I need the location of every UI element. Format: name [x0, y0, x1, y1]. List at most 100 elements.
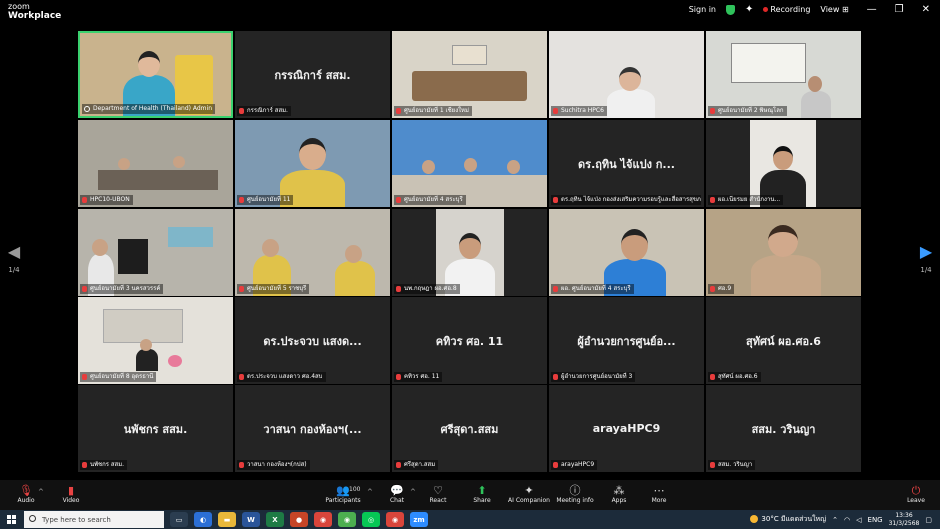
mic-muted-icon [710, 108, 715, 114]
mic-muted-icon [82, 197, 87, 203]
participant-tile[interactable]: ศอ.9 [706, 209, 861, 296]
participant-tile[interactable]: นพัชกร สสม. นพัชกร สสม. [78, 385, 233, 472]
notification-icon[interactable]: ▢ [925, 516, 932, 524]
volume-icon[interactable]: ◁ [856, 516, 861, 524]
close-icon[interactable]: ✕ [922, 4, 930, 15]
mic-muted-icon [396, 374, 401, 380]
participant-name-label: ผอ. ศูนย์อนามัยที่ 4 สระบุรี [551, 284, 634, 294]
participant-name-label: HPC10-UBON [80, 195, 133, 205]
file-explorer-icon[interactable]: ▬ [218, 512, 236, 527]
participant-tile[interactable]: ศูนย์อนามัยที่ 4 สระบุรี [392, 120, 547, 207]
share-button[interactable]: ⬆ Share [457, 484, 507, 504]
word-icon[interactable]: W [242, 512, 260, 527]
participant-tile[interactable]: ผอ. ศูนย์อนามัยที่ 4 สระบุรี [549, 209, 704, 296]
video-button[interactable]: ▮ Video [46, 484, 96, 504]
participant-tile[interactable]: ศูนย์อนามัยที่ 1 เชียงใหม่ [392, 31, 547, 118]
chrome-profile-icon[interactable]: ◉ [386, 512, 404, 527]
ai-sparkle-icon[interactable]: ✦ [745, 4, 753, 15]
mic-muted-icon [239, 462, 244, 468]
line-app-icon[interactable]: ◎ [362, 512, 380, 527]
mic-muted-icon [239, 108, 244, 114]
participant-name-label: ศอ.9 [708, 284, 735, 294]
participant-tile[interactable]: HPC10-UBON [78, 120, 233, 207]
signin-link[interactable]: Sign in [689, 5, 716, 14]
participant-name-label: นพ.กฤษฎา ผอ.ศอ.8 [394, 284, 460, 294]
participants-button[interactable]: 👥 100 Participants [318, 484, 368, 504]
edge-browser-icon[interactable]: ◐ [194, 512, 212, 527]
participants-count: 100 [349, 486, 361, 493]
mic-muted-icon [553, 374, 558, 380]
weather-widget[interactable]: 30°C มีแดดส่วนใหญ่ [750, 514, 826, 525]
security-shield-icon[interactable] [726, 4, 735, 15]
participant-name-display: กรรณิการ์ สสม. [274, 68, 351, 82]
clock-time: 13:36 [895, 511, 913, 519]
participant-tile[interactable]: ศูนย์อนามัยที่ 5 ราชบุรี [235, 209, 390, 296]
participant-tile[interactable]: ศูนย์อนามัยที่ 11 [235, 120, 390, 207]
mic-muted-icon [82, 374, 87, 380]
logo-line2: Workplace [8, 11, 62, 21]
more-button[interactable]: ⋯ More [634, 484, 684, 504]
participant-name-label: ผู้อำนวยการศูนย์อนามัยที่ 3 [551, 372, 636, 382]
search-icon [29, 515, 36, 522]
title-bar: zoom Workplace Sign in ✦ Recording View … [0, 0, 940, 24]
participant-name-display: arayaHPC9 [592, 422, 661, 435]
participant-name-label: นพัชกร สสม. [80, 460, 128, 470]
participant-tile[interactable]: นพ.กฤษฎา ผอ.ศอ.8 [392, 209, 547, 296]
next-page[interactable]: ▶ 1/4 [915, 244, 937, 275]
windows-start-icon[interactable] [7, 515, 16, 524]
participants-icon: 👥 [336, 484, 350, 497]
participant-tile[interactable]: arayaHPC9 arayaHPC9 [549, 385, 704, 472]
participant-tile[interactable]: ศูนย์อนามัยที่ 8 อุดรธานี [78, 297, 233, 384]
leave-button[interactable]: ⏻ Leave [891, 484, 940, 504]
ai-sparkle-icon: ✦ [524, 484, 534, 497]
view-button[interactable]: View ⊞ [820, 5, 848, 14]
chrome-icon[interactable]: ◉ [314, 512, 332, 527]
participant-tile[interactable]: ดร.ประจวบ แสงด... ดร.ประจวบ แสงดาว ศอ.4ส… [235, 297, 390, 384]
audio-options-chevron-icon[interactable]: ^ [38, 488, 44, 496]
maximize-icon[interactable]: ❐ [895, 4, 904, 15]
react-button[interactable]: ♡ React [413, 484, 463, 504]
participant-tile[interactable]: สุทัศน์ ผอ.ศอ.6 สุทัศน์ ผอ.ศอ.6 [706, 297, 861, 384]
participant-tile[interactable]: Suchitra HPC6 [549, 31, 704, 118]
participant-name-label: กรรณิการ์ สสม. [237, 106, 291, 116]
mic-muted-icon [710, 197, 715, 203]
powerpoint-icon[interactable]: ● [290, 512, 308, 527]
language-indicator[interactable]: ENG [868, 516, 883, 524]
mic-muted-icon [82, 462, 87, 468]
excel-icon[interactable]: X [266, 512, 284, 527]
participant-name-label: คทิวร ศอ. 11 [394, 372, 443, 382]
ai-companion-button[interactable]: ✦ AI Companion [504, 484, 554, 504]
zoom-app-icon[interactable]: zm [410, 512, 428, 527]
participant-name-label: arayaHPC9 [551, 460, 598, 470]
participant-tile[interactable]: Department of Health (Thailand) Admin [78, 31, 233, 118]
mic-muted-icon [396, 108, 401, 114]
participant-tile[interactable]: ผอ.เนียรมย สำนักงาน... [706, 120, 861, 207]
participant-tile[interactable]: กรรณิการ์ สสม. กรรณิการ์ สสม. [235, 31, 390, 118]
participant-tile[interactable]: ผู้อำนวยการศูนย์อ... ผู้อำนวยการศูนย์อนา… [549, 297, 704, 384]
participant-tile[interactable]: ศรีสุดา.สสม ศรีสุดา.สสม [392, 385, 547, 472]
participant-tile[interactable]: สสม. วรินญา สสม. วรินญา [706, 385, 861, 472]
participant-tile[interactable]: วาสนา กองห้องฯ(... วาสนา กองห้องฯ(กปส) [235, 385, 390, 472]
wifi-icon[interactable]: ◠ [844, 516, 850, 524]
participant-name-display: วาสนา กองห้องฯ(... [263, 422, 362, 436]
meeting-info-button[interactable]: ⓘ Meeting info [550, 484, 600, 504]
recording-indicator[interactable]: Recording [763, 5, 810, 14]
tray-overflow-icon[interactable]: ⌃ [832, 516, 838, 524]
participant-tile[interactable]: ดร.ฤทิน ไจ้แปง ก... ดร.ฤทิน ไจ้แป่ง กองส… [549, 120, 704, 207]
chevron-left-icon[interactable]: ◀ [3, 244, 25, 260]
participant-tile[interactable]: ศูนย์อนามัยที่ 2 พิษณุโลก [706, 31, 861, 118]
clock[interactable]: 13:36 31/3/2568 [889, 512, 920, 528]
participant-name-label: สุทัศน์ ผอ.ศอ.6 [708, 372, 761, 382]
chevron-right-icon[interactable]: ▶ [915, 244, 937, 260]
taskbar-search-input[interactable]: Type here to search [24, 511, 164, 528]
participant-name-label: สสม. วรินญา [708, 460, 756, 470]
minimize-icon[interactable]: — [867, 4, 877, 15]
prev-page[interactable]: ◀ 1/4 [3, 244, 25, 275]
participant-tile[interactable]: คทิวร ศอ. 11 คทิวร ศอ. 11 [392, 297, 547, 384]
participant-name-display: สสม. วรินญา [751, 422, 816, 436]
participant-tile[interactable]: ศูนย์อนามัยที่ 3 นครสวรรค์ [78, 209, 233, 296]
chrome-alt-icon[interactable]: ◉ [338, 512, 356, 527]
leave-icon: ⏻ [911, 484, 921, 497]
record-dot-icon [763, 7, 769, 12]
task-view-icon[interactable]: ▭ [170, 512, 188, 527]
